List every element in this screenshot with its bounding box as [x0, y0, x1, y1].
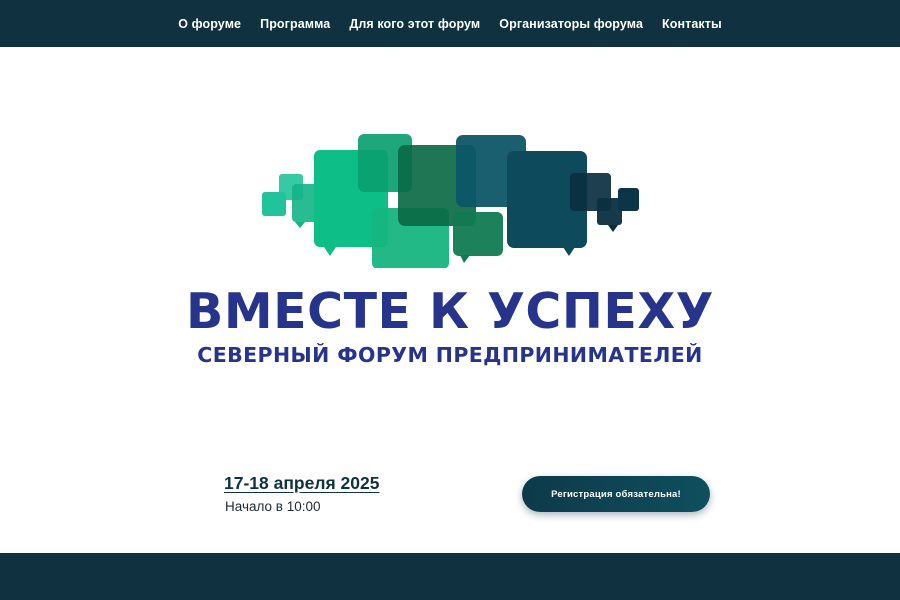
event-start-time: Начало в 10:00: [225, 499, 321, 514]
footer-bar: [0, 553, 900, 600]
event-date: 17-18 апреля 2025: [224, 473, 380, 493]
bubble-dark-green-small: [453, 212, 503, 263]
page-subtitle: СЕВЕРНЫЙ ФОРУМ ПРЕДПРИНИМАТЕЛЕЙ: [197, 343, 703, 367]
nav-item-contacts[interactable]: Контакты: [662, 17, 722, 31]
registration-button[interactable]: Регистрация обязательна!: [522, 476, 710, 512]
nav-item-program[interactable]: Программа: [260, 17, 330, 31]
nav-item-about-forum[interactable]: О форуме: [178, 17, 241, 31]
page-title: ВМЕСТЕ К УСПЕХУ: [186, 283, 714, 340]
main-nav: О форуме Программа Для кого этот форум О…: [178, 17, 722, 31]
nav-item-audience[interactable]: Для кого этот форум: [349, 17, 480, 31]
speech-bubbles-logo-icon: [262, 134, 639, 268]
top-navigation-bar: О форуме Программа Для кого этот форум О…: [0, 0, 900, 47]
nav-item-organizers[interactable]: Организаторы форума: [499, 17, 643, 31]
